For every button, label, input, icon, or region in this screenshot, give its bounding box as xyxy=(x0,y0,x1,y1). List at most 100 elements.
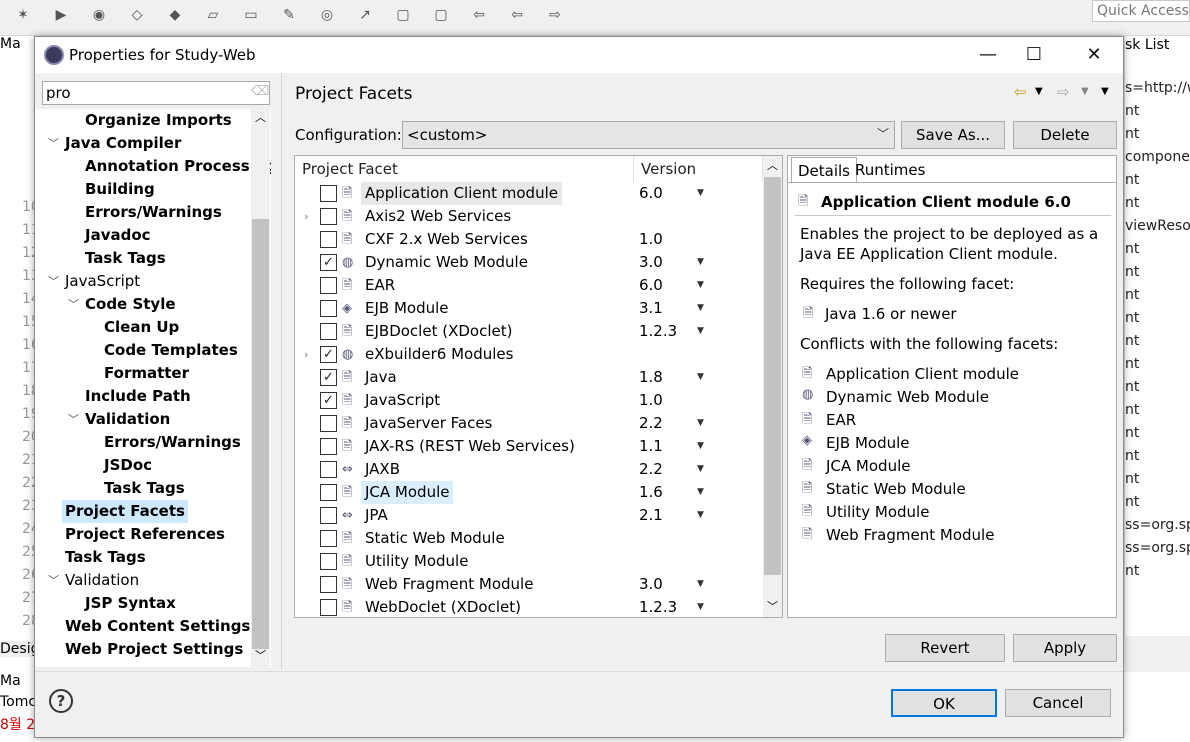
facet-checkbox[interactable] xyxy=(320,208,337,225)
toolbar-icon[interactable]: ⇦ xyxy=(470,6,488,24)
facet-row[interactable]: 🗎 Static Web Module xyxy=(295,527,763,550)
version-dropdown-icon[interactable]: ▼ xyxy=(697,297,704,320)
tree-item[interactable]: Errors/Warnings xyxy=(101,431,244,454)
toolbar-icon[interactable]: ▢ xyxy=(432,6,450,24)
column-header-version[interactable]: Version xyxy=(634,156,763,182)
facet-row[interactable]: ⇔ JPA 2.1 ▼ xyxy=(295,504,763,527)
facet-checkbox[interactable] xyxy=(320,185,337,202)
facet-row[interactable]: 🗎 CXF 2.x Web Services 1.0 xyxy=(295,228,763,251)
toolbar-icon[interactable]: ▭ xyxy=(242,6,260,24)
save-as-button[interactable]: Save As... xyxy=(901,121,1005,149)
apply-button[interactable]: Apply xyxy=(1013,634,1117,662)
tree-item[interactable]: Validation xyxy=(62,569,142,592)
facet-row[interactable]: ✓ 🗎 Java 1.8 ▼ xyxy=(295,366,763,389)
tab-runtimes[interactable]: Runtimes xyxy=(849,157,931,183)
toolbar-icon[interactable]: ↗ xyxy=(356,6,374,24)
version-dropdown-icon[interactable]: ▼ xyxy=(697,412,704,435)
facet-version[interactable]: 1.0 xyxy=(639,228,663,251)
facet-row[interactable]: ✓ ◍ Dynamic Web Module 3.0 ▼ xyxy=(295,251,763,274)
tree-item[interactable]: Java Compiler xyxy=(62,132,184,155)
chevron-down-icon[interactable]: ﹀ xyxy=(877,125,889,142)
scroll-up-icon[interactable]: ︿ xyxy=(767,157,778,173)
facet-row[interactable]: 🗎 Application Client module 6.0 ▼ xyxy=(295,182,763,205)
expand-icon[interactable]: › xyxy=(304,205,308,228)
facets-scroll-thumb[interactable] xyxy=(764,177,781,575)
toolbar-icon[interactable]: ▱ xyxy=(204,6,222,24)
editor-tab[interactable]: Ma xyxy=(0,36,34,52)
facet-version[interactable]: 1.1 xyxy=(639,435,663,458)
tree-item[interactable]: Clean Up xyxy=(101,316,182,339)
tree-item[interactable]: Include Path xyxy=(82,385,194,408)
facet-version[interactable]: 1.8 xyxy=(639,366,663,389)
tree-item[interactable]: Project References xyxy=(62,523,228,546)
facet-checkbox[interactable] xyxy=(320,415,337,432)
version-dropdown-icon[interactable]: ▼ xyxy=(697,481,704,504)
expand-toggle-icon[interactable]: ﹀ xyxy=(68,293,79,316)
help-icon[interactable]: ? xyxy=(49,689,73,713)
tree-item[interactable]: Organize Imports xyxy=(82,109,235,132)
facet-version[interactable]: 2.1 xyxy=(639,504,663,527)
version-dropdown-icon[interactable]: ▼ xyxy=(697,504,704,527)
facet-row[interactable]: 🗎 WebDoclet (XDoclet) 1.2.3 ▼ xyxy=(295,596,763,617)
minimize-button[interactable]: — xyxy=(965,37,1011,73)
toolbar-icon[interactable]: ▢ xyxy=(394,6,412,24)
revert-button[interactable]: Revert xyxy=(885,634,1005,662)
tree-item[interactable]: Annotation Processing xyxy=(82,155,271,178)
view-menu-icon[interactable]: ▼ xyxy=(1101,86,1109,97)
version-dropdown-icon[interactable]: ▼ xyxy=(697,596,704,617)
facet-checkbox[interactable]: ✓ xyxy=(320,392,337,409)
facet-checkbox[interactable] xyxy=(320,300,337,317)
facet-checkbox[interactable] xyxy=(320,323,337,340)
facet-checkbox[interactable] xyxy=(320,576,337,593)
maximize-button[interactable]: ☐ xyxy=(1011,37,1057,73)
facet-row[interactable]: 🗎 EJBDoclet (XDoclet) 1.2.3 ▼ xyxy=(295,320,763,343)
filter-input[interactable] xyxy=(42,81,270,105)
tree-item[interactable]: Code Style xyxy=(82,293,179,316)
forward-menu-icon[interactable]: ▼ xyxy=(1081,86,1089,97)
tab-details[interactable]: Details xyxy=(791,157,858,183)
toolbar-icon[interactable]: ◉ xyxy=(90,6,108,24)
tree-item[interactable]: Code Templates xyxy=(101,339,241,362)
facet-version[interactable]: 3.0 xyxy=(639,251,663,274)
facet-checkbox[interactable]: ✓ xyxy=(320,254,337,271)
facet-version[interactable]: 3.0 xyxy=(639,573,663,596)
expand-toggle-icon[interactable]: ﹀ xyxy=(48,132,59,155)
clear-filter-icon[interactable]: ⌫ xyxy=(251,84,269,99)
facet-checkbox[interactable] xyxy=(320,530,337,547)
tree-item[interactable]: JavaScript xyxy=(62,270,143,293)
version-dropdown-icon[interactable]: ▼ xyxy=(697,251,704,274)
quick-access-input[interactable]: Quick Access xyxy=(1092,0,1190,22)
task-list-tab[interactable]: sk List xyxy=(1125,37,1169,53)
facet-version[interactable]: 2.2 xyxy=(639,458,663,481)
ok-button[interactable]: OK xyxy=(891,689,997,717)
facet-version[interactable]: 1.0 xyxy=(639,389,663,412)
toolbar-icon[interactable]: ✎ xyxy=(280,6,298,24)
column-header-facet[interactable]: Project Facet xyxy=(295,156,634,182)
version-dropdown-icon[interactable]: ▼ xyxy=(697,435,704,458)
facet-checkbox[interactable] xyxy=(320,553,337,570)
toolbar-icon[interactable]: ⇦ xyxy=(508,6,526,24)
scroll-down-icon[interactable]: ﹀ xyxy=(767,598,778,614)
facet-version[interactable]: 3.1 xyxy=(639,297,663,320)
tree-item[interactable]: Validation xyxy=(82,408,173,431)
tree-item[interactable]: Web Project Settings xyxy=(62,638,246,661)
markers-tab[interactable]: Ma xyxy=(0,673,34,689)
facet-version[interactable]: 6.0 xyxy=(639,274,663,297)
design-tab[interactable]: Desig xyxy=(0,641,39,657)
facet-version[interactable]: 1.2.3 xyxy=(639,596,677,617)
facet-row[interactable]: 🗎 JavaServer Faces 2.2 ▼ xyxy=(295,412,763,435)
version-dropdown-icon[interactable]: ▼ xyxy=(697,320,704,343)
back-icon[interactable]: ⇦ xyxy=(1014,83,1027,101)
facet-version[interactable]: 6.0 xyxy=(639,182,663,205)
toolbar-icon[interactable]: ▶ xyxy=(52,6,70,24)
facet-checkbox[interactable] xyxy=(320,461,337,478)
version-dropdown-icon[interactable]: ▼ xyxy=(697,366,704,389)
toolbar-icon[interactable]: ◆ xyxy=(166,6,184,24)
facet-version[interactable]: 1.6 xyxy=(639,481,663,504)
expand-icon[interactable]: › xyxy=(304,343,308,366)
tree-item[interactable]: JSP Syntax xyxy=(82,592,179,615)
toolbar-icon[interactable]: ⇨ xyxy=(546,6,564,24)
tree-scroll-thumb[interactable] xyxy=(252,219,269,649)
tree-item[interactable]: Javadoc xyxy=(82,224,154,247)
facet-row[interactable]: 🗎 JCA Module 1.6 ▼ xyxy=(295,481,763,504)
